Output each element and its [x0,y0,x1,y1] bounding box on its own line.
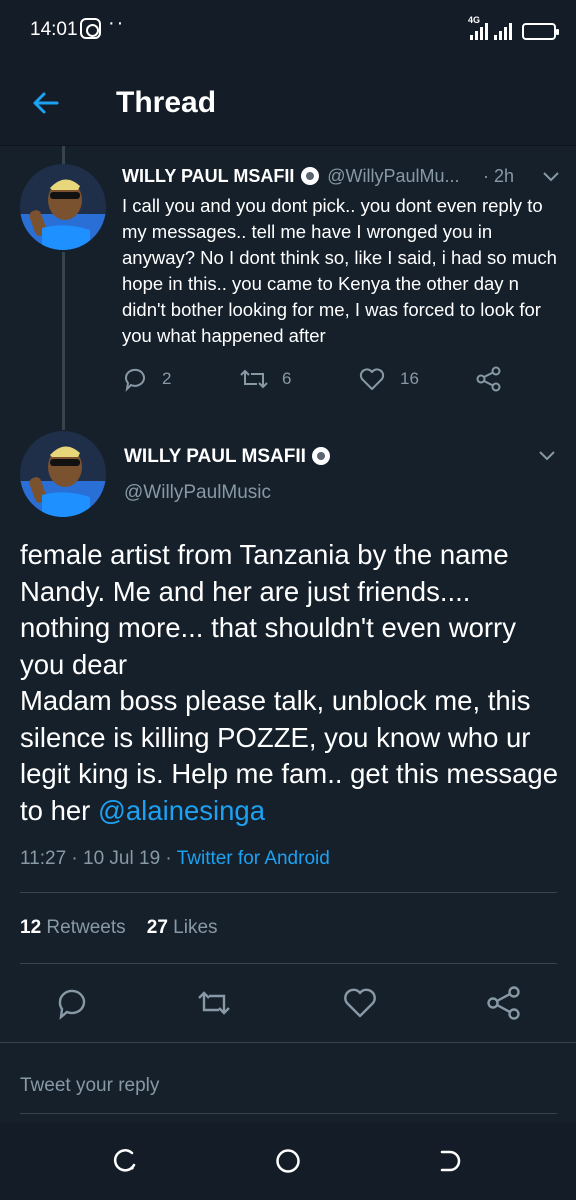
retweets-stat[interactable]: 12 Retweets [20,917,126,938]
reply-count: 2 [162,369,172,388]
system-nav-bar [0,1123,576,1200]
reply-bar: Tweet your reply [0,1042,576,1122]
share-icon[interactable] [486,985,522,1021]
app-header: Thread [0,58,576,146]
display-name[interactable]: WILLY PAUL MSAFII [124,446,306,467]
verified-badge-icon [312,447,331,465]
thread-connector [62,252,65,430]
avatar[interactable] [20,164,106,250]
reply-action[interactable]: 2 [122,366,171,392]
like-action[interactable]: 16 [358,366,419,392]
retweet-count: 6 [282,369,292,388]
reply-icon [124,368,145,392]
retweet-action[interactable]: 6 [240,366,291,392]
heart-icon[interactable] [342,985,378,1021]
retweet-icon [240,369,268,389]
reply-icon[interactable] [54,985,90,1021]
tweet-meta: 11:27 · 10 Jul 19 · Twitter for Android [20,848,330,870]
tweet-stats: 12 Retweets 27 Likes [20,917,218,939]
divider [20,963,557,964]
user-handle[interactable]: @WillyPaulMusic [124,482,271,504]
recent-apps-icon[interactable] [112,1147,140,1175]
likes-stat[interactable]: 27 Likes [147,917,218,938]
thread-connector [62,146,65,164]
home-icon[interactable] [274,1147,302,1175]
user-handle[interactable]: @WillyPaulMu... [327,166,459,186]
signal-icon-2 [494,22,512,40]
retweet-icon[interactable] [196,985,232,1021]
arrow-left-icon[interactable] [30,88,60,118]
tweet-time: · 2h [482,166,514,186]
chevron-down-icon[interactable] [542,171,560,183]
tweet-author: WILLY PAUL MSAFII [124,446,331,468]
status-bar: 14:01 ·· 4G [0,0,576,58]
more-dots-icon: ·· [108,12,126,34]
display-name[interactable]: WILLY PAUL MSAFII [122,166,294,186]
back-icon[interactable] [436,1147,464,1175]
battery-icon [522,23,559,40]
tweet-timestamp: 11:27 · 10 Jul 19 · [20,848,177,869]
tweet-actions: 2 6 16 [122,366,542,394]
main-tweet-actions [0,985,576,1021]
instagram-icon [80,18,101,39]
avatar[interactable] [20,431,106,517]
retweet-count: 12 [20,917,42,938]
divider [20,892,557,893]
tweet-header: WILLY PAUL MSAFII @WillyPaulMu... · 2h [122,166,562,190]
share-action[interactable] [476,366,502,392]
verified-badge-icon [300,167,319,185]
tweet-source-link[interactable]: Twitter for Android [177,848,330,869]
like-count: 16 [400,369,419,388]
page-title: Thread [116,86,217,119]
mention-link[interactable]: @alainesinga [98,795,265,826]
status-time: 14:01 [30,19,78,40]
likes-label: Likes [173,917,218,938]
tweet-text-content: female artist from Tanzania by the name … [20,539,559,826]
heart-icon [359,368,385,390]
reply-underline [20,1113,557,1114]
status-icons [470,18,559,40]
tweet-text: I call you and you dont pick.. you dont … [122,195,557,346]
share-icon [476,366,501,392]
reply-input[interactable]: Tweet your reply [20,1075,159,1097]
retweets-label: Retweets [46,917,126,938]
chevron-down-icon[interactable] [538,450,556,462]
signal-icon [470,22,488,40]
like-count: 27 [146,917,168,938]
tweet-text: female artist from Tanzania by the name … [20,537,565,829]
